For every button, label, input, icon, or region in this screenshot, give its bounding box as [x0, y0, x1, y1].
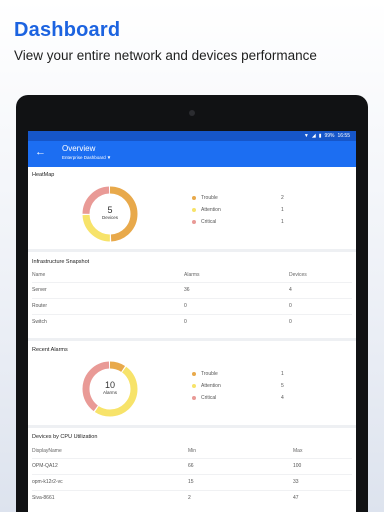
app-screen: ▼ ◢ ▮ 99% 16:55 ← Overview Enterprise Da…: [28, 131, 356, 512]
table-cell: 2: [188, 495, 191, 501]
row-divider: [32, 474, 352, 475]
app-bar: ← Overview Enterprise Dashboard ▼: [28, 141, 356, 167]
legend-label: Attention: [201, 383, 221, 389]
legend-dot-icon: [192, 384, 196, 388]
legend-item-trouble: Trouble 2: [192, 195, 284, 201]
column-header: Alarms: [184, 272, 200, 278]
row-divider: [32, 490, 352, 491]
row-divider: [32, 458, 352, 459]
table-cell: 15: [188, 479, 194, 485]
legend-dot-icon: [192, 396, 196, 400]
row-divider: [32, 282, 352, 283]
alarms-count: 10: [104, 380, 115, 390]
table-cell: Server: [32, 287, 47, 293]
legend-item-attention: Attention 5: [192, 383, 284, 389]
column-header: Devices: [289, 272, 307, 278]
cpu-title: Devices by CPU Utilization: [32, 434, 98, 440]
legend-dot-icon: [192, 196, 196, 200]
recent-alarms-title: Recent Alarms: [32, 347, 68, 353]
table-cell: 0: [184, 303, 187, 309]
heatmap-count: 5: [107, 205, 113, 215]
legend-label: Trouble: [201, 195, 218, 201]
promo-subtitle: View your entire network and devices per…: [14, 48, 317, 63]
column-header: Name: [32, 272, 46, 278]
promo-title: Dashboard: [14, 19, 121, 41]
table-cell: 100: [293, 463, 302, 469]
battery-level: 99%: [324, 133, 335, 139]
table-cell: 0: [289, 319, 292, 325]
column-header: DisplayName: [32, 448, 62, 454]
table-cell: Switch: [32, 319, 47, 325]
legend-value: 1: [281, 371, 284, 377]
legend-value: 1: [281, 207, 284, 213]
legend-value: 4: [281, 395, 284, 401]
section-divider: [28, 249, 356, 252]
dashboard-selector[interactable]: Enterprise Dashboard ▼: [62, 155, 111, 160]
table-cell: OPM-QA12: [32, 463, 58, 469]
legend-dot-icon: [192, 208, 196, 212]
legend-item-critical: Critical 4: [192, 395, 284, 401]
table-cell: opm-k12r2-vc: [32, 479, 63, 485]
table-cell: Siva-8661: [32, 495, 55, 501]
legend-item-critical: Critical 1: [192, 219, 284, 225]
heatmap-count-label: Devices: [101, 215, 118, 220]
table-cell: Router: [32, 303, 48, 309]
tablet-frame: ▼ ◢ ▮ 99% 16:55 ← Overview Enterprise Da…: [16, 95, 368, 512]
heatmap-title: HeatMap: [32, 172, 55, 178]
wifi-icon: ▼: [303, 132, 309, 139]
legend-label: Trouble: [201, 371, 218, 377]
section-divider: [28, 425, 356, 428]
camera-dot: [189, 110, 195, 116]
table-cell: 4: [289, 287, 292, 293]
legend-dot-icon: [192, 220, 196, 224]
status-bar: ▼ ◢ ▮ 99% 16:55: [28, 131, 356, 141]
table-cell: 33: [293, 479, 299, 485]
app-title: Overview: [62, 144, 96, 153]
section-divider: [28, 338, 356, 341]
legend-item-attention: Attention 1: [192, 207, 284, 213]
signal-icon: ◢: [311, 132, 316, 139]
row-divider: [32, 298, 352, 299]
legend-label: Critical: [201, 395, 217, 401]
dashboard-selector-label: Enterprise Dashboard: [62, 155, 106, 160]
status-time: 16:55: [337, 133, 350, 139]
table-cell: 0: [184, 319, 187, 325]
legend-dot-icon: [192, 372, 196, 376]
legend-label: Critical: [201, 219, 217, 225]
alarms-count-label: Alarms: [102, 390, 117, 395]
table-cell: 0: [289, 303, 292, 309]
table-cell: 36: [184, 287, 190, 293]
legend-value: 1: [281, 219, 284, 225]
alarms-center: 10 Alarms: [79, 380, 141, 395]
row-divider: [32, 314, 352, 315]
back-arrow-icon[interactable]: ←: [35, 147, 46, 158]
caret-down-icon: ▼: [106, 155, 112, 160]
legend-value: 2: [281, 195, 284, 201]
legend-value: 5: [281, 383, 284, 389]
table-cell: 66: [188, 463, 194, 469]
legend-item-trouble: Trouble 1: [192, 371, 284, 377]
infrastructure-title: Infrastructure Snapshot: [32, 259, 90, 265]
column-header: Max: [293, 448, 303, 454]
heatmap-center: 5 Devices: [79, 205, 141, 220]
table-cell: 47: [293, 495, 299, 501]
column-header: Min: [188, 448, 197, 454]
battery-icon: ▮: [318, 132, 322, 139]
legend-label: Attention: [201, 207, 221, 213]
